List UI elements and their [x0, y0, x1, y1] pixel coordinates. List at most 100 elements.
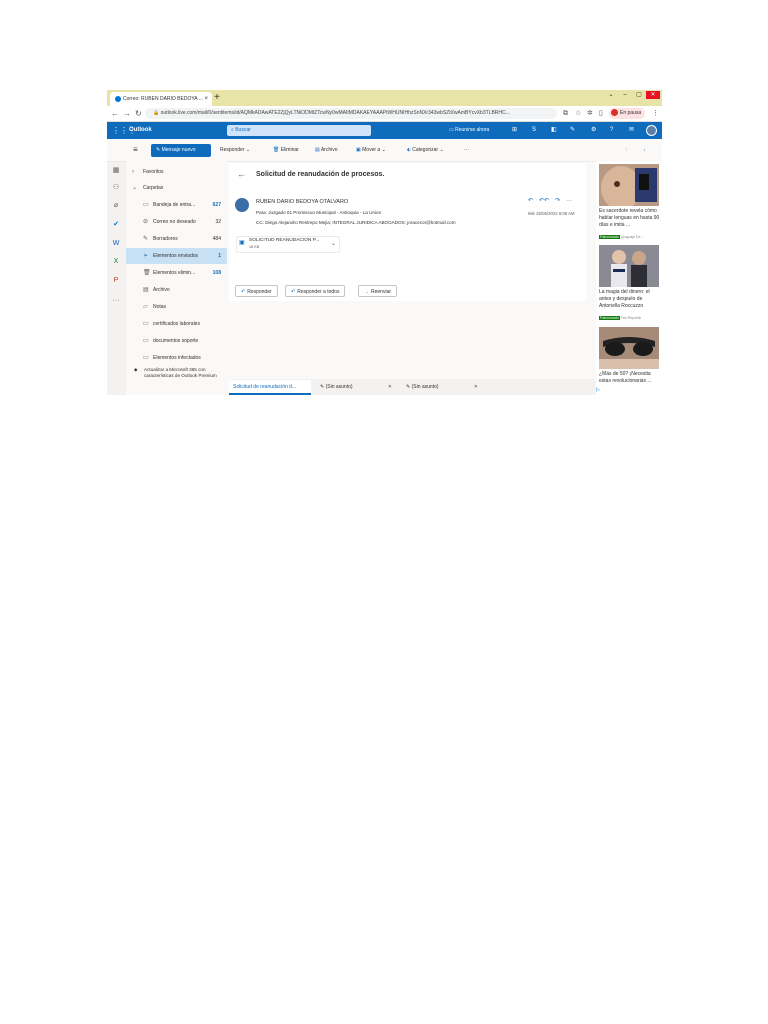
sender-name[interactable]: RUBEN DARIO BEDOYA OTALVARO [256, 199, 348, 205]
ad-text[interactable]: ¿Más de 50? ¡Necesita estas revolucionar… [599, 371, 661, 385]
delete-button[interactable]: 🗑 Eliminar [273, 139, 299, 161]
settings-gear-icon[interactable]: ⚙ [591, 122, 596, 139]
upgrade-text: Actualizar a Microsoft 365 con caracterí… [144, 367, 217, 378]
draft-tab[interactable]: ✎ (Sin asunto) ✕ [402, 380, 484, 395]
new-tab-button[interactable]: + [214, 91, 220, 105]
reply-button[interactable]: ↶ Responder [235, 285, 278, 297]
account-avatar[interactable] [646, 125, 657, 136]
excel-icon[interactable]: X [111, 257, 121, 267]
chevron-down-icon[interactable]: ⌄ [331, 240, 336, 247]
folder-deleted[interactable]: 🗑 Elementos elimin... 108 [126, 265, 227, 281]
adchoices-icon[interactable]: ▷ [596, 387, 600, 393]
chevron-down-icon: ⌄ [132, 185, 138, 191]
reply-icon[interactable]: ↶ [528, 198, 533, 204]
onenote-icon[interactable]: ◧ [551, 122, 557, 139]
folders-label: Carpetas [143, 185, 164, 191]
ad-text[interactable]: La magia del dinero: el antes y después … [599, 289, 661, 310]
folder-documentos[interactable]: ▭ documentos soporte [126, 333, 227, 349]
message-subject: Solicitud de reanudación de procesos. [256, 171, 385, 178]
folder-label: Elementos infectados [153, 355, 201, 361]
reply-all-button[interactable]: ↶ Responder a todos [285, 285, 346, 297]
folder-archive[interactable]: ▤ Archivo [126, 282, 227, 298]
calendar-icon[interactable]: ▦ [111, 166, 121, 176]
archive-button[interactable]: ▤ Archivo [315, 139, 338, 161]
tab-close-icon[interactable]: × [204, 92, 208, 106]
outlook-header: ⋮⋮⋮ Outlook ⌕ Buscar ▭ Reunirse ahora ⊞ … [107, 122, 662, 139]
more-apps-icon[interactable]: ··· [111, 296, 121, 306]
down-arrow-icon[interactable]: ↓ [643, 139, 646, 161]
folder-certificados[interactable]: ▭ certificados laborales [126, 316, 227, 332]
folder-infectados[interactable]: ▭ Elementos infectados [126, 350, 227, 366]
back-arrow-icon[interactable]: ← [111, 106, 119, 121]
ad-image[interactable] [599, 327, 659, 369]
ad-image[interactable] [599, 245, 659, 287]
close-icon[interactable]: ✕ [388, 380, 392, 395]
ad-source: Lenguaje De ... [620, 235, 645, 239]
browser-tab[interactable]: Correo: RUBEN DARIO BEDOYA ... × [110, 92, 212, 106]
draft-tab[interactable]: ✎ (Sin asunto) ✕ [316, 380, 398, 395]
move-to-label: Mover a [362, 147, 381, 153]
chevron-down-icon[interactable]: ⌄ [246, 147, 250, 153]
tab-search-icon[interactable]: ⌄ [604, 91, 618, 99]
todo-icon[interactable]: ✔ [111, 220, 121, 230]
close-window-button[interactable]: ✕ [646, 91, 660, 99]
categorize-button[interactable]: ⬖ Categorizar ⌄ [407, 139, 444, 161]
sender-avatar[interactable] [235, 198, 249, 212]
attachment-card[interactable]: ▣ SOLICITUD REANUDACION P... 18 KB ⌄ [236, 236, 340, 253]
folder-junk[interactable]: ⊘ Correo no deseado 32 [126, 214, 227, 230]
app-name[interactable]: Outlook [129, 122, 152, 139]
help-icon[interactable]: ? [610, 122, 613, 139]
folder-drafts[interactable]: ✎ Borradores 484 [126, 231, 227, 247]
folder-icon: ▭ [143, 355, 149, 361]
folder-inbox[interactable]: ▭ Bandeja de entra... 627 [126, 197, 227, 213]
move-to-button[interactable]: ▣ Mover a ⌄ [356, 139, 386, 161]
skype-icon[interactable]: S [532, 122, 536, 139]
close-icon[interactable]: ✕ [474, 380, 478, 395]
archive-label: Archivo [320, 147, 338, 153]
address-bar[interactable]: 🔒 outlook.live.com/mail/0/sentitems/id/A… [145, 108, 557, 119]
new-message-button[interactable]: ✎ Mensaje nuevo [151, 144, 211, 157]
folder-label: Archivo [153, 287, 170, 293]
favorites-header[interactable]: › Favoritos [126, 164, 227, 180]
teams-icon[interactable]: ⊞ [512, 122, 517, 139]
bookmark-star-icon[interactable]: ☆ [575, 106, 581, 121]
profile-avatar [611, 109, 618, 117]
folders-header[interactable]: ⌄ Carpetas [126, 180, 227, 196]
back-arrow-icon[interactable]: ← [237, 169, 246, 179]
reload-icon[interactable]: ↻ [135, 106, 142, 121]
maximize-button[interactable]: ▢ [632, 91, 646, 99]
draft-tab-label: Solicitud de reanudación d... [233, 384, 297, 390]
more-actions-button[interactable]: ··· [464, 139, 469, 161]
folder-notes[interactable]: ▱ Notas [126, 299, 227, 315]
minimize-button[interactable]: – [618, 91, 632, 99]
ad-image[interactable] [599, 164, 659, 210]
people-icon[interactable]: ⚇ [111, 183, 121, 193]
folder-sent[interactable]: ➢ Elementos enviados 1 [126, 248, 227, 264]
feedback-icon[interactable]: ✉ [629, 122, 634, 139]
more-icon[interactable]: ··· [566, 198, 572, 204]
forward-icon[interactable]: ↷ [555, 198, 560, 204]
up-arrow-icon[interactable]: ↑ [625, 139, 628, 161]
reply-all-icon[interactable]: ↶↶ [539, 198, 549, 204]
browser-menu-icon[interactable]: ⋮ [652, 106, 659, 121]
reply-label: Responder [220, 147, 245, 153]
word-icon[interactable]: W [111, 239, 121, 249]
ad-text[interactable]: Es sacerdote revela cómo hablar lenguas … [599, 208, 661, 229]
search-box[interactable]: ⌕ Buscar [227, 125, 371, 136]
send-icon: ➢ [143, 253, 149, 259]
extensions-icon[interactable]: ✲ [587, 106, 593, 121]
forward-button[interactable]: → Reenviar [358, 285, 398, 297]
my-day-icon[interactable]: ✎ [570, 122, 575, 139]
share-icon[interactable]: ⧉ [563, 106, 568, 121]
reply-all-icon: ↶ [291, 289, 296, 295]
search-placeholder: Buscar [235, 127, 251, 133]
attach-icon[interactable]: ⌀ [111, 201, 121, 211]
meet-now-button[interactable]: ▭ Reunirse ahora [449, 122, 489, 139]
draft-tab-active[interactable]: Solicitud de reanudación d... [229, 380, 311, 395]
reply-button[interactable]: Responder ⌄ [220, 139, 250, 161]
hamburger-menu-icon[interactable]: ≡ [133, 139, 138, 161]
forward-arrow-icon[interactable]: → [123, 106, 131, 121]
profile-pause-button[interactable]: En pausa [609, 108, 645, 119]
powerpoint-icon[interactable]: P [111, 276, 121, 286]
sidebar-icon[interactable]: ▯ [599, 106, 603, 121]
